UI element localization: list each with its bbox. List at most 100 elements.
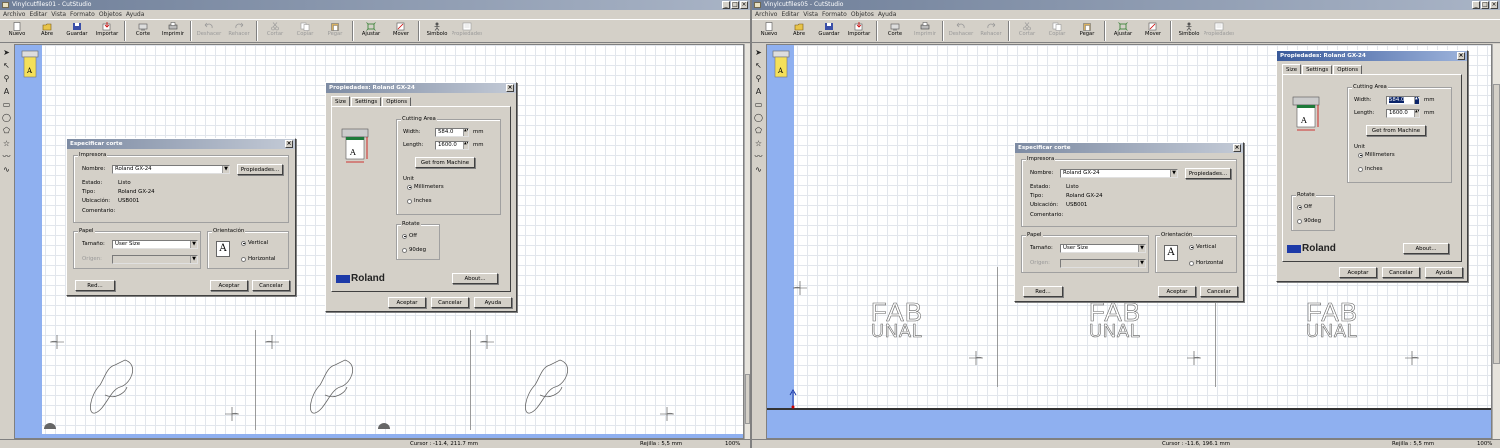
curve-icon[interactable]: 〰 bbox=[2, 151, 12, 161]
accept-button[interactable]: Aceptar bbox=[1339, 267, 1377, 278]
menu-formato[interactable]: Formato bbox=[822, 10, 847, 19]
about-button[interactable]: About... bbox=[1403, 243, 1449, 254]
toolbar-pegar-button[interactable]: Pegar bbox=[320, 20, 350, 42]
menu-editar[interactable]: Editar bbox=[29, 10, 47, 19]
toolbar-guardar-button[interactable]: Guardar bbox=[62, 20, 92, 42]
cancel-button[interactable]: Cancelar bbox=[1382, 267, 1420, 278]
horizontal-radio[interactable]: Horizontal bbox=[1189, 260, 1224, 266]
rotate-off-radio[interactable]: Off bbox=[402, 233, 417, 239]
menu-ayuda[interactable]: Ayuda bbox=[126, 10, 145, 19]
menu-archivo[interactable]: Archivo bbox=[755, 10, 777, 19]
menu-formato[interactable]: Formato bbox=[70, 10, 95, 19]
menu-vista[interactable]: Vista bbox=[803, 10, 818, 19]
toolbar-ajustar-button[interactable]: Ajustar bbox=[1108, 20, 1138, 42]
rectangle-icon[interactable]: ▭ bbox=[2, 99, 12, 109]
select-arrow-icon[interactable]: ➤ bbox=[2, 47, 12, 57]
width-input[interactable]: 584.0 ▲▼ bbox=[435, 128, 469, 137]
dialog-close-button[interactable]: × bbox=[1457, 52, 1465, 60]
toolbar-pegar-button[interactable]: Pegar bbox=[1072, 20, 1102, 42]
toolbar-nuevo-button[interactable]: Nuevo bbox=[754, 20, 784, 42]
freehand-icon[interactable]: ∿ bbox=[754, 164, 764, 174]
text-tool-icon[interactable]: A bbox=[754, 86, 764, 96]
toolbar-simbolo-button[interactable]: Simbolo bbox=[1174, 20, 1204, 42]
accept-button[interactable]: Aceptar bbox=[388, 297, 426, 308]
scroll-thumb[interactable] bbox=[1493, 84, 1500, 364]
millimeters-radio[interactable]: Millimeters bbox=[1358, 152, 1395, 158]
star-icon[interactable]: ☆ bbox=[2, 138, 12, 148]
vertical-radio[interactable]: Vertical bbox=[1189, 244, 1216, 250]
toolbar-simbolo-button[interactable]: Simbolo bbox=[422, 20, 452, 42]
toolbar-ajustar-button[interactable]: Ajustar bbox=[356, 20, 386, 42]
star-icon[interactable]: ☆ bbox=[754, 138, 764, 148]
network-button[interactable]: Red... bbox=[1023, 286, 1063, 297]
width-input[interactable]: 584.0 ▲▼ bbox=[1386, 96, 1420, 105]
printer-name-select[interactable]: Roland GX-24 ▼ bbox=[1060, 169, 1178, 178]
toolbar-imprimir-button[interactable]: Imprimir bbox=[158, 20, 188, 42]
maximize-button[interactable]: □ bbox=[1481, 1, 1489, 9]
text-tool-icon[interactable]: A bbox=[2, 86, 12, 96]
get-from-machine-button[interactable]: Get from Machine bbox=[415, 157, 475, 168]
properties-button[interactable]: Propiedades... bbox=[1185, 168, 1231, 179]
vertical-scrollbar[interactable] bbox=[1492, 44, 1500, 439]
cancel-button[interactable]: Cancelar bbox=[431, 297, 469, 308]
dialog-close-button[interactable]: × bbox=[285, 140, 293, 148]
accept-button[interactable]: Aceptar bbox=[1158, 286, 1196, 297]
help-button[interactable]: Ayuda bbox=[474, 297, 512, 308]
toolbar-copiar-button[interactable]: Copiar bbox=[290, 20, 320, 42]
node-edit-icon[interactable]: ↖ bbox=[2, 60, 12, 70]
ellipse-icon[interactable]: ◯ bbox=[2, 112, 12, 122]
zoom-icon[interactable]: ⚲ bbox=[754, 73, 764, 83]
rotate-off-radio[interactable]: Off bbox=[1297, 204, 1312, 210]
menu-objetos[interactable]: Objetos bbox=[851, 10, 874, 19]
toolbar-deshacer-button[interactable]: Deshacer bbox=[194, 20, 224, 42]
toolbar-copiar-button[interactable]: Copiar bbox=[1042, 20, 1072, 42]
toolbar-imprimir-button[interactable]: Imprimir bbox=[910, 20, 940, 42]
vertical-radio[interactable]: Vertical bbox=[241, 240, 268, 246]
tab-size[interactable]: Size bbox=[331, 96, 351, 106]
close-button[interactable]: × bbox=[1490, 1, 1498, 9]
toolbar-importar-button[interactable]: Importar bbox=[92, 20, 122, 42]
rotate-90deg-radio[interactable]: 90deg bbox=[402, 247, 426, 253]
toolbar-propiedades-button[interactable]: Propiedades bbox=[452, 20, 482, 42]
millimeters-radio[interactable]: Millimeters bbox=[407, 184, 444, 190]
inches-radio[interactable]: Inches bbox=[1358, 166, 1383, 172]
menu-vista[interactable]: Vista bbox=[51, 10, 66, 19]
menu-objetos[interactable]: Objetos bbox=[99, 10, 122, 19]
tab-size[interactable]: Size bbox=[1282, 64, 1302, 74]
toolbar-corte-button[interactable]: Corte bbox=[880, 20, 910, 42]
toolbar-importar-button[interactable]: Importar bbox=[844, 20, 874, 42]
network-button[interactable]: Red... bbox=[75, 280, 115, 291]
menu-archivo[interactable]: Archivo bbox=[3, 10, 25, 19]
rectangle-icon[interactable]: ▭ bbox=[754, 99, 764, 109]
cancel-button[interactable]: Cancelar bbox=[252, 280, 290, 291]
menu-ayuda[interactable]: Ayuda bbox=[878, 10, 897, 19]
menu-editar[interactable]: Editar bbox=[781, 10, 799, 19]
toolbar-mover-button[interactable]: Mover bbox=[386, 20, 416, 42]
toolbar-mover-button[interactable]: Mover bbox=[1138, 20, 1168, 42]
rotate-90deg-radio[interactable]: 90deg bbox=[1297, 218, 1321, 224]
inches-radio[interactable]: Inches bbox=[407, 198, 432, 204]
toolbar-corte-button[interactable]: Corte bbox=[128, 20, 158, 42]
minimize-button[interactable]: _ bbox=[1472, 1, 1480, 9]
toolbar-nuevo-button[interactable]: Nuevo bbox=[2, 20, 32, 42]
toolbar-rehacer-button[interactable]: Rehacer bbox=[224, 20, 254, 42]
curve-icon[interactable]: 〰 bbox=[754, 151, 764, 161]
select-arrow-icon[interactable]: ➤ bbox=[754, 47, 764, 57]
toolbar-rehacer-button[interactable]: Rehacer bbox=[976, 20, 1006, 42]
freehand-icon[interactable]: ∿ bbox=[2, 164, 12, 174]
toolbar-deshacer-button[interactable]: Deshacer bbox=[946, 20, 976, 42]
get-from-machine-button[interactable]: Get from Machine bbox=[1366, 125, 1426, 136]
toolbar-abre-button[interactable]: Abre bbox=[32, 20, 62, 42]
accept-button[interactable]: Aceptar bbox=[210, 280, 248, 291]
polygon-icon[interactable]: ⬠ bbox=[754, 125, 764, 135]
node-edit-icon[interactable]: ↖ bbox=[754, 60, 764, 70]
length-input[interactable]: 1600.0 ▲▼ bbox=[1386, 109, 1420, 118]
ellipse-icon[interactable]: ◯ bbox=[754, 112, 764, 122]
maximize-button[interactable]: □ bbox=[731, 1, 739, 9]
toolbar-guardar-button[interactable]: Guardar bbox=[814, 20, 844, 42]
printer-name-select[interactable]: Roland GX-24 ▼ bbox=[112, 165, 230, 174]
dialog-close-button[interactable]: × bbox=[506, 84, 514, 92]
close-button[interactable]: × bbox=[740, 1, 748, 9]
cancel-button[interactable]: Cancelar bbox=[1200, 286, 1238, 297]
length-input[interactable]: 1600.0 ▲▼ bbox=[435, 141, 469, 150]
